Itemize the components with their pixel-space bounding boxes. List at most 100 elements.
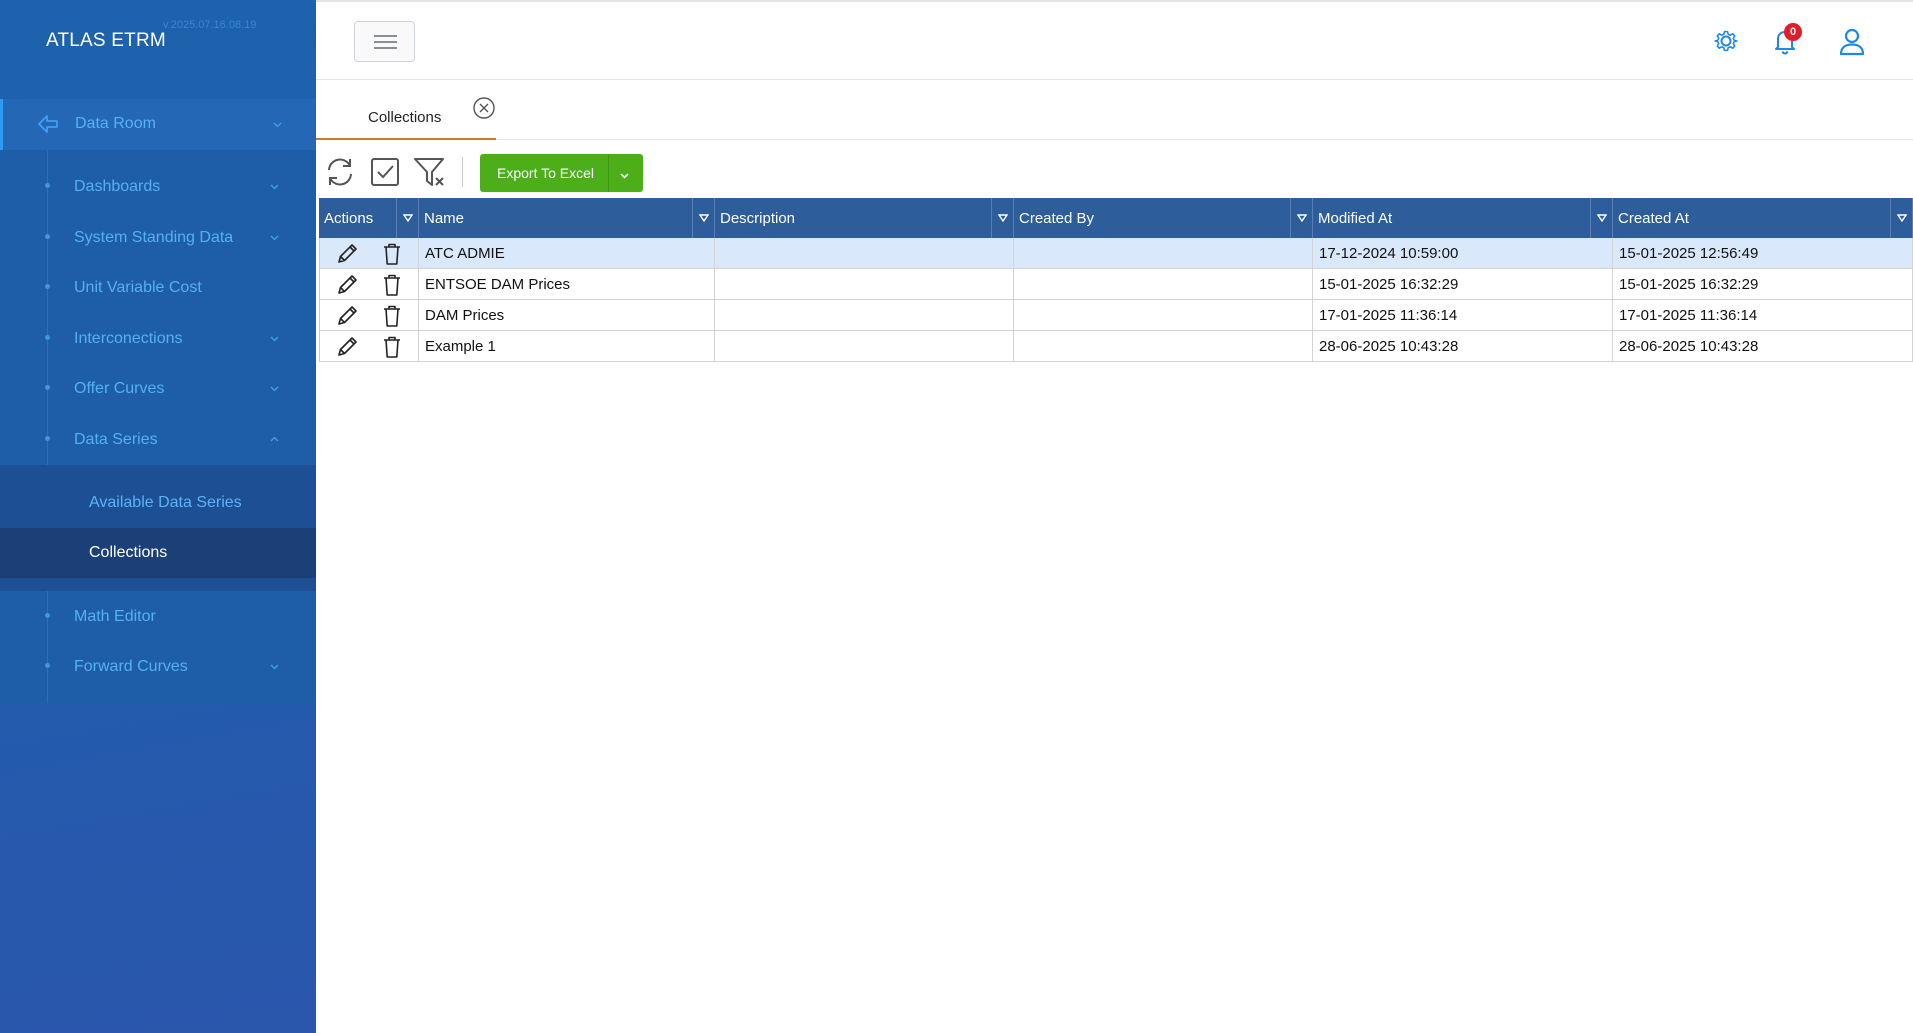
modified-at-cell: 15-01-2025 16:32:29 <box>1313 269 1613 300</box>
actions-cell <box>319 300 419 331</box>
bullet-dot <box>45 234 50 239</box>
sidebar-subitem-label: Collections <box>89 544 168 561</box>
column-header-label: Description <box>720 210 796 227</box>
sidebar-item-dashboards[interactable]: Dashboards <box>0 162 316 212</box>
cell-text: 15-01-2025 12:56:49 <box>1619 245 1759 262</box>
menu-icon-bar <box>374 41 397 43</box>
actions-cell <box>319 238 419 269</box>
table-row[interactable]: ENTSOE DAM Prices 15-01-2025 16:32:29 15… <box>319 269 1913 300</box>
split-divider <box>608 154 609 192</box>
sidebar-subitem-collections[interactable]: Collections <box>0 528 316 578</box>
table-row[interactable]: DAM Prices 17-01-2025 11:36:14 17-01-202… <box>319 300 1913 331</box>
cell-text: ENTSOE DAM Prices <box>425 276 571 293</box>
close-icon[interactable] <box>472 96 496 120</box>
notification-badge: 0 <box>1784 23 1802 41</box>
user-icon[interactable] <box>1836 25 1868 57</box>
created-by-cell <box>1014 238 1313 269</box>
sidebar-item-label: Forward Curves <box>74 658 188 675</box>
created-at-cell: 17-01-2025 11:36:14 <box>1613 300 1913 331</box>
cell-text: 28-06-2025 10:43:28 <box>1619 338 1759 355</box>
filter-dropdown-icon[interactable] <box>1890 198 1912 238</box>
column-header-created-at[interactable]: Created At <box>1613 198 1913 238</box>
filter-dropdown-icon[interactable] <box>991 198 1013 238</box>
edit-pencil-icon[interactable] <box>334 241 360 267</box>
actions-cell <box>319 269 419 300</box>
sidebar-item-system-standing-data[interactable]: System Standing Data <box>0 213 316 263</box>
sidebar-item-interconections[interactable]: Interconections <box>0 314 316 364</box>
app-version: v.2025.07.16.08.19 <box>163 19 257 31</box>
sidebar-item-label: System Standing Data <box>74 229 234 246</box>
trash-icon[interactable] <box>379 272 405 298</box>
sidebar-item-data-series[interactable]: Data Series <box>0 415 316 465</box>
edit-pencil-icon[interactable] <box>334 303 360 329</box>
column-header-name[interactable]: Name <box>419 198 715 238</box>
edit-pencil-icon[interactable] <box>334 334 360 360</box>
cell-text: 17-01-2025 11:36:14 <box>1619 307 1758 324</box>
actions-cell <box>319 331 419 362</box>
tab-collections[interactable]: Collections <box>316 84 496 140</box>
table-row[interactable]: ATC ADMIE 17-12-2024 10:59:00 15-01-2025… <box>319 238 1913 269</box>
bullet-dot <box>45 385 50 390</box>
cell-text: DAM Prices <box>425 307 505 324</box>
sidebar-subitem-available-data-series[interactable]: Available Data Series <box>0 478 316 528</box>
chevron-down-icon[interactable] <box>619 168 630 186</box>
column-header-actions[interactable]: Actions <box>319 198 419 238</box>
cell-text: 28-06-2025 10:43:28 <box>1319 338 1459 355</box>
filter-dropdown-icon[interactable] <box>1290 198 1312 238</box>
cell-text: 17-12-2024 10:59:00 <box>1319 245 1459 262</box>
cell-text: 15-01-2025 16:32:29 <box>1619 276 1759 293</box>
sidebar-item-data-room[interactable]: Data Room <box>0 99 316 150</box>
column-header-label: Modified At <box>1318 210 1393 227</box>
sidebar-item-label: Interconections <box>74 330 183 347</box>
menu-toggle-button[interactable] <box>354 21 415 62</box>
column-header-modified-at[interactable]: Modified At <box>1313 198 1613 238</box>
cell-text: 17-01-2025 11:36:14 <box>1319 307 1458 324</box>
name-cell: ENTSOE DAM Prices <box>419 269 715 300</box>
trash-icon[interactable] <box>379 241 405 267</box>
sidebar-item-label: Data Room <box>75 115 156 132</box>
column-header-description[interactable]: Description <box>715 198 1014 238</box>
bullet-dot <box>45 284 50 289</box>
column-header-label: Name <box>424 210 465 227</box>
export-to-excel-button[interactable]: Export To Excel <box>480 154 643 192</box>
bullet-dot <box>45 183 50 188</box>
created-by-cell <box>1014 331 1313 362</box>
clear-filter-icon[interactable] <box>412 154 448 190</box>
top-header <box>316 2 1913 80</box>
sidebar-item-unit-variable-cost[interactable]: Unit Variable Cost <box>0 263 316 313</box>
checkbox-icon[interactable] <box>367 154 403 190</box>
bullet-dot <box>45 436 50 441</box>
tab-bar: Collections <box>316 84 1913 140</box>
app-title[interactable]: ATLAS ETRM <box>46 30 166 52</box>
modified-at-cell: 28-06-2025 10:43:28 <box>1313 331 1613 362</box>
description-cell <box>715 300 1014 331</box>
filter-dropdown-icon[interactable] <box>1590 198 1612 238</box>
grid-header: Actions Name Description Created By Modi… <box>319 198 1913 238</box>
filter-dropdown-icon[interactable] <box>692 198 714 238</box>
chevron-down-icon <box>270 233 279 242</box>
sidebar-item-math-editor[interactable]: Math Editor <box>0 592 316 642</box>
column-header-created-by[interactable]: Created By <box>1014 198 1313 238</box>
toolbar-separator <box>462 157 463 187</box>
trash-icon[interactable] <box>379 334 405 360</box>
sidebar-item-offer-curves[interactable]: Offer Curves <box>0 364 316 414</box>
gear-icon[interactable] <box>1710 25 1742 57</box>
edit-pencil-icon[interactable] <box>334 272 360 298</box>
name-cell: ATC ADMIE <box>419 238 715 269</box>
created-at-cell: 15-01-2025 16:32:29 <box>1613 269 1913 300</box>
refresh-icon[interactable] <box>322 154 358 190</box>
chevron-down-icon <box>270 662 279 671</box>
filter-dropdown-icon[interactable] <box>396 198 418 238</box>
sidebar-item-forward-curves[interactable]: Forward Curves <box>0 642 316 692</box>
sidebar-subitem-label: Available Data Series <box>89 494 242 511</box>
sidebar-item-label: Unit Variable Cost <box>74 279 202 296</box>
bullet-dot <box>45 663 50 668</box>
description-cell <box>715 269 1014 300</box>
table-row[interactable]: Example 1 28-06-2025 10:43:28 28-06-2025… <box>319 331 1913 362</box>
column-header-label: Created By <box>1019 210 1095 227</box>
chevron-down-icon <box>270 334 279 343</box>
menu-icon-bar <box>374 47 397 49</box>
created-by-cell <box>1014 269 1313 300</box>
sidebar-item-label: Dashboards <box>74 178 161 195</box>
trash-icon[interactable] <box>379 303 405 329</box>
